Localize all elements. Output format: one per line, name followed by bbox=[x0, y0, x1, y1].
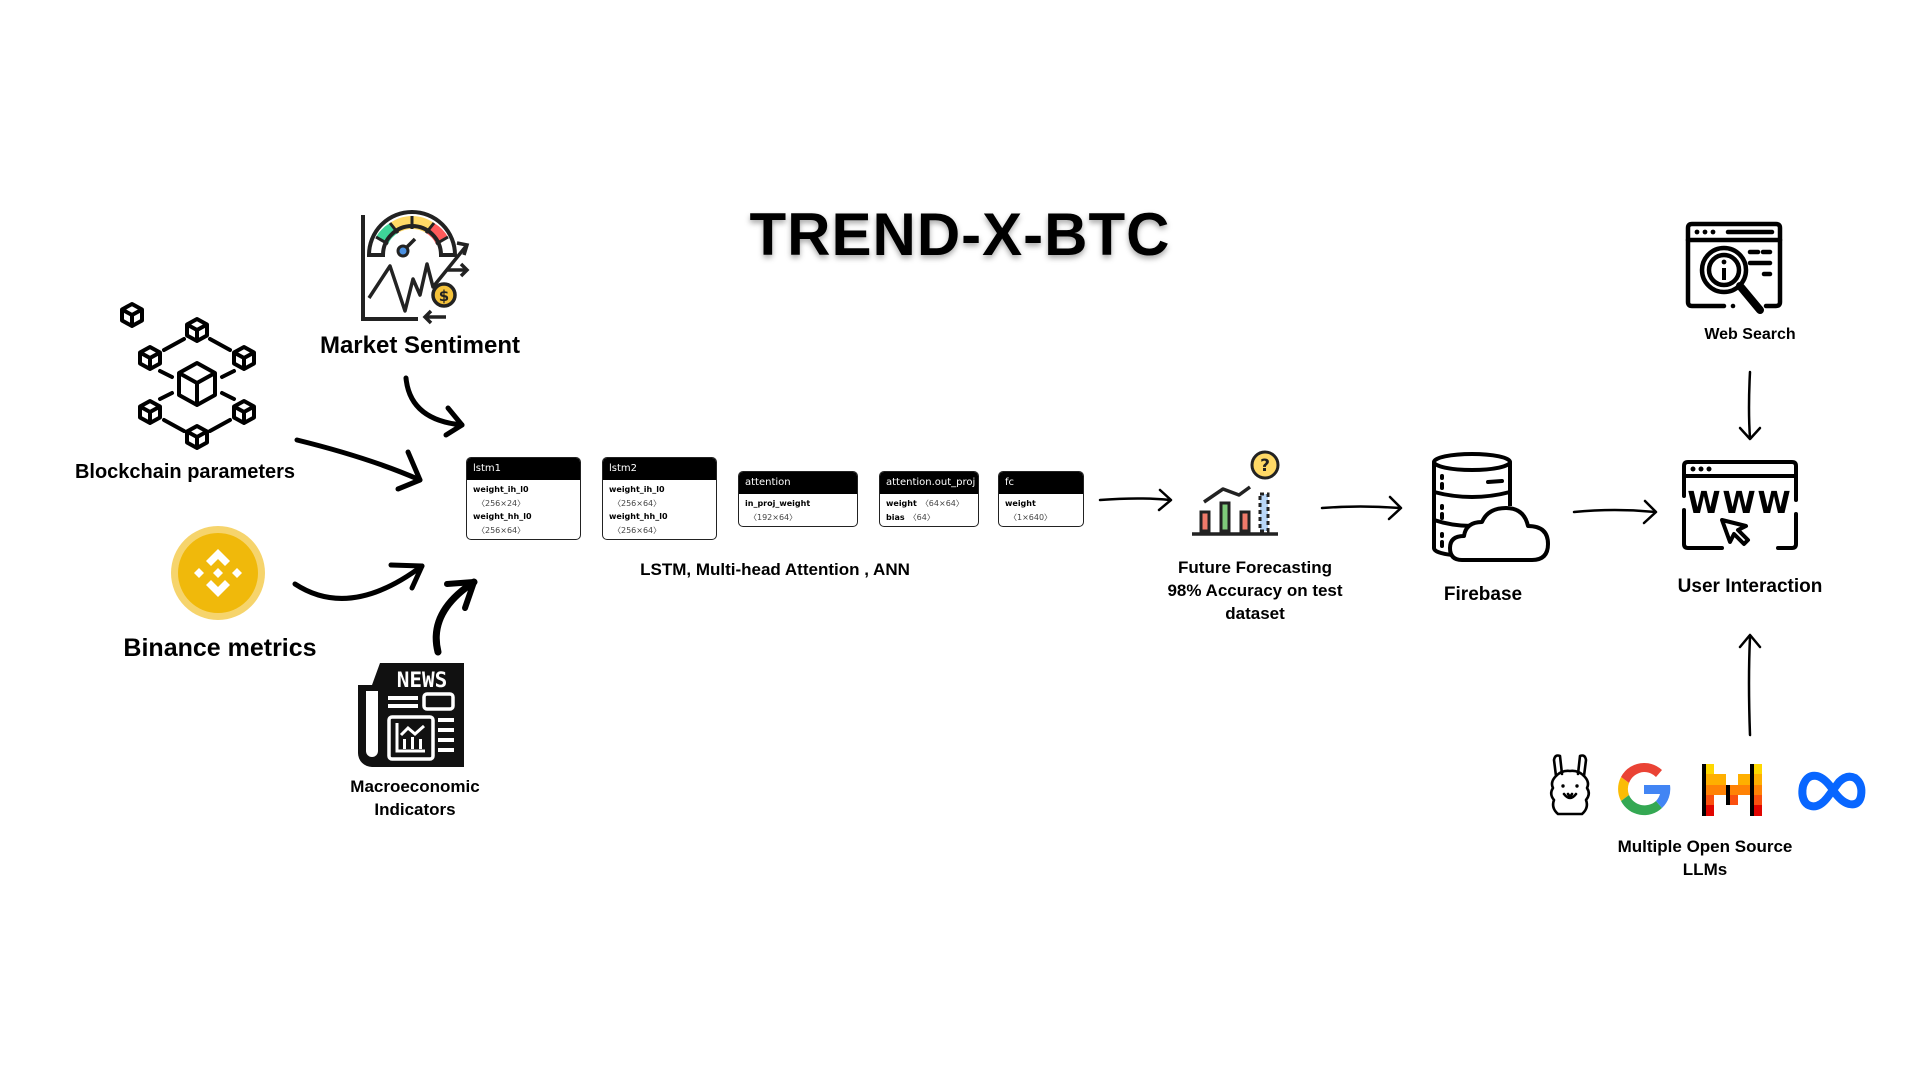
firebase-label: Firebase bbox=[1443, 584, 1523, 605]
arrow-forecast-to-firebase bbox=[1320, 505, 1402, 510]
google-icon bbox=[1618, 762, 1671, 816]
flow-arrows bbox=[1098, 370, 1762, 737]
arrow-model-to-forecast bbox=[1098, 497, 1172, 502]
llms-line2: LLMs bbox=[1682, 860, 1728, 879]
arrow-search-to-user bbox=[1747, 370, 1752, 440]
arrow-firebase-to-user bbox=[1572, 508, 1657, 514]
arrow-llms-to-user bbox=[1747, 635, 1752, 737]
svg-text:WWW: WWW bbox=[1687, 486, 1792, 521]
llms-line1: Multiple Open Source bbox=[1617, 837, 1793, 856]
forecast-line1: Future Forecasting bbox=[1178, 558, 1332, 577]
llama-icon bbox=[1549, 754, 1591, 816]
web-search-icon bbox=[1685, 221, 1783, 314]
svg-text:?: ? bbox=[1260, 456, 1270, 476]
www-browser-icon: WWW bbox=[1682, 460, 1798, 550]
llms-label: Multiple Open Source LLMs bbox=[1580, 835, 1830, 881]
database-cloud-icon bbox=[1432, 452, 1550, 562]
forecast-line3: dataset bbox=[1225, 604, 1285, 623]
forecast-label: Future Forecasting 98% Accuracy on test … bbox=[1130, 556, 1380, 625]
user-interaction-label: User Interaction bbox=[1677, 576, 1823, 597]
meta-icon bbox=[1798, 771, 1866, 811]
forecast-chart-icon: ? bbox=[1192, 450, 1280, 536]
mistral-icon bbox=[1702, 764, 1762, 816]
web-search-label: Web Search bbox=[1704, 326, 1796, 343]
forecast-line2: 98% Accuracy on test bbox=[1167, 581, 1343, 600]
